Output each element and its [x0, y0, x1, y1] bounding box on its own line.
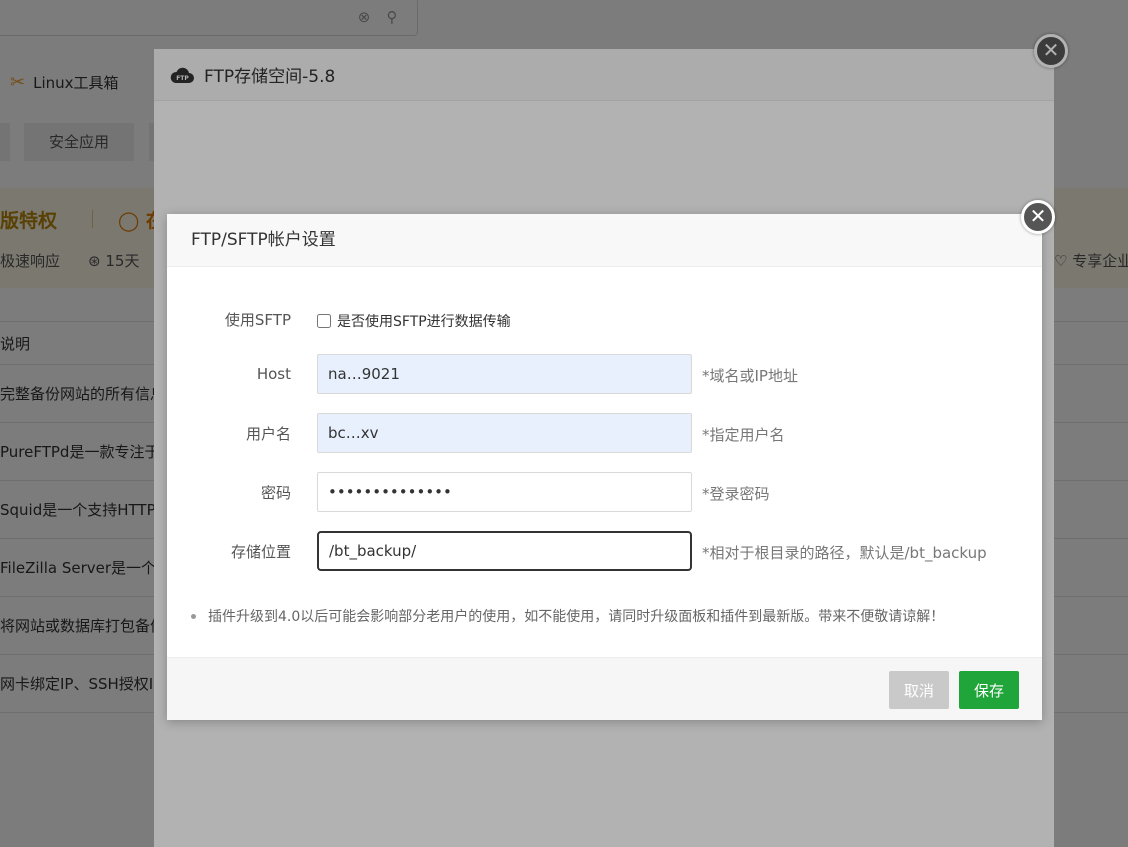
close-icon: ✕ — [1029, 204, 1047, 228]
password-label: 密码 — [260, 483, 291, 502]
storage-path-input[interactable] — [317, 531, 692, 571]
password-input[interactable] — [317, 472, 692, 512]
host-hint: *域名或IP地址 — [702, 367, 798, 385]
ftp-account-dialog: FTP/SFTP帐户设置 使用SFTP 是否使用SFTP进行数据传输 Host … — [167, 214, 1042, 720]
dialog-title: FTP/SFTP帐户设置 — [167, 214, 1042, 267]
sftp-checkbox[interactable] — [317, 314, 331, 328]
username-input[interactable] — [317, 413, 692, 453]
upgrade-notice: 插件升级到4.0以后可能会影响部分老用户的使用，如不能使用，请同时升级面板和插件… — [191, 606, 944, 626]
dialog-close-button[interactable]: ✕ — [1021, 200, 1055, 234]
password-row: 密码 *登录密码 — [167, 472, 1042, 512]
dialog-footer: 取消 保存 — [167, 657, 1042, 720]
bullet-icon — [191, 613, 196, 619]
host-label: Host — [256, 365, 291, 383]
user-hint: *指定用户名 — [702, 426, 785, 444]
sftp-label: 使用SFTP — [224, 310, 291, 329]
path-hint: *相对于根目录的路径，默认是/bt_backup — [702, 544, 987, 562]
save-button[interactable]: 保存 — [959, 671, 1019, 709]
path-label: 存储位置 — [230, 542, 291, 561]
user-row: 用户名 *指定用户名 — [167, 413, 1042, 453]
path-row: 存储位置 *相对于根目录的路径，默认是/bt_backup — [167, 531, 1042, 571]
user-label: 用户名 — [245, 424, 291, 443]
cancel-button[interactable]: 取消 — [889, 671, 949, 709]
sftp-checkbox-label: 是否使用SFTP进行数据传输 — [337, 314, 511, 330]
password-hint: *登录密码 — [702, 485, 770, 503]
host-row: Host *域名或IP地址 — [167, 354, 1042, 394]
sftp-row: 使用SFTP 是否使用SFTP进行数据传输 — [167, 299, 1042, 339]
sftp-checkbox-wrap[interactable]: 是否使用SFTP进行数据传输 — [317, 311, 511, 331]
notice-text: 插件升级到4.0以后可能会影响部分老用户的使用，如不能使用，请同时升级面板和插件… — [208, 609, 945, 625]
host-input[interactable] — [317, 354, 692, 394]
